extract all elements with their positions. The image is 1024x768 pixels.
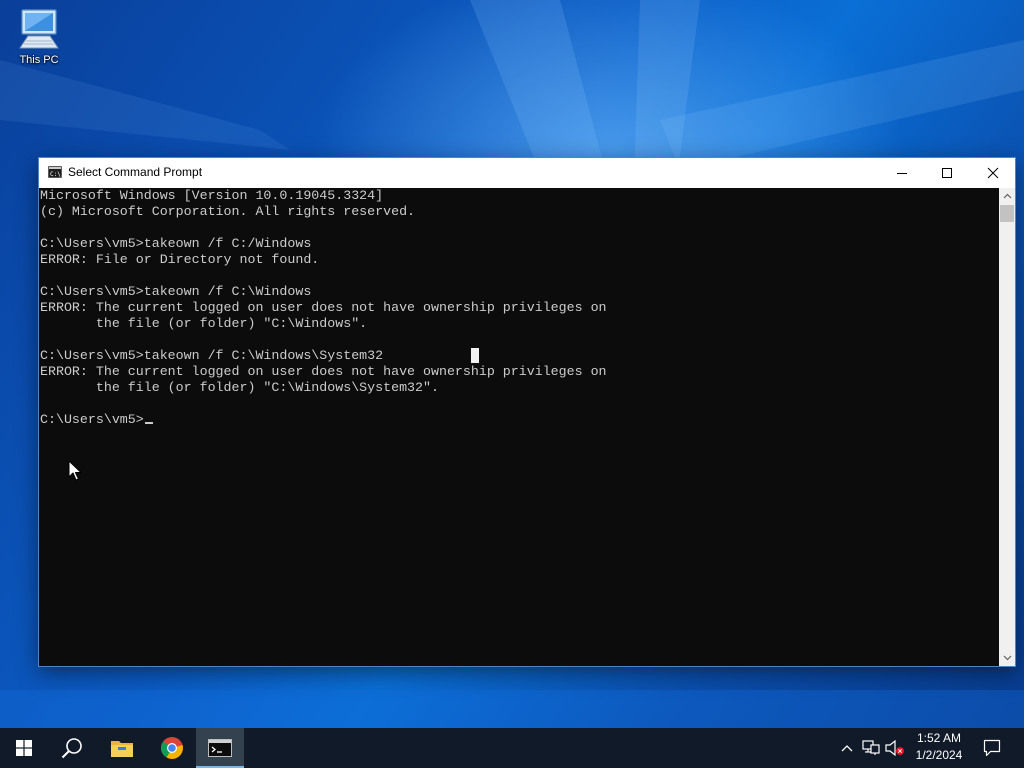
console-output[interactable]: Microsoft Windows [Version 10.0.19045.33…: [39, 188, 999, 666]
action-center-button[interactable]: [970, 728, 1014, 768]
network-icon: [862, 740, 880, 755]
taskbar-clock[interactable]: 1:52 AM 1/2/2024: [908, 730, 970, 766]
file-explorer-button[interactable]: [98, 728, 146, 768]
console-line: C:\Users\vm5>takeown /f C:\Windows: [40, 284, 312, 299]
start-button[interactable]: [0, 728, 48, 768]
windows-logo-icon: [16, 740, 32, 756]
svg-text:C:\: C:\: [50, 171, 61, 178]
chrome-icon: [160, 737, 183, 759]
search-button[interactable]: [48, 728, 96, 768]
text-cursor: [144, 422, 153, 424]
taskbar: 1:52 AM 1/2/2024: [0, 728, 1024, 768]
folder-icon: [111, 741, 133, 757]
scroll-thumb[interactable]: [1000, 205, 1014, 222]
chevron-up-icon: [1003, 193, 1011, 199]
console-text: Microsoft Windows [Version 10.0.19045.33…: [39, 188, 999, 428]
chevron-up-icon: [841, 745, 853, 752]
selection-caret: [471, 348, 479, 363]
minimize-icon: [897, 173, 907, 174]
maximize-button[interactable]: [924, 158, 970, 188]
desktop-icon-label: This PC: [19, 54, 59, 66]
console-line: (c) Microsoft Corporation. All rights re…: [40, 204, 416, 219]
window-titlebar[interactable]: C:\ Select Command Prompt: [39, 158, 1015, 188]
desktop-icon-this-pc[interactable]: This PC: [12, 8, 66, 76]
desktop: This PC C:\ Select Command Prompt Micros…: [0, 0, 1024, 768]
close-icon: [987, 167, 999, 179]
console-line: ERROR: File or Directory not found.: [40, 252, 320, 267]
close-button[interactable]: [970, 158, 1016, 188]
command-prompt-taskbar-button[interactable]: [196, 728, 244, 768]
console-line: Microsoft Windows [Version 10.0.19045.33…: [40, 188, 384, 203]
notification-icon: [983, 739, 1001, 757]
console-line: the file (or folder) "C:\Windows".: [40, 316, 368, 331]
mouse-pointer-icon: [68, 460, 82, 481]
window-title: Select Command Prompt: [68, 165, 203, 179]
console-line: C:\Users\vm5>takeown /f C:\Windows\Syste…: [40, 348, 384, 363]
clock-date: 1/2/2024: [915, 748, 963, 762]
scroll-up-button[interactable]: [999, 188, 1015, 204]
cmd-icon: C:\: [48, 166, 62, 178]
search-icon: [61, 738, 82, 759]
maximize-icon: [942, 168, 952, 178]
chevron-down-icon: [1003, 655, 1011, 661]
console-line: the file (or folder) "C:\Windows\System3…: [40, 380, 439, 395]
console-line: ERROR: The current logged on user does n…: [40, 300, 607, 315]
cmd-icon: [208, 739, 232, 757]
volume-muted-icon: [885, 740, 904, 756]
command-prompt-window[interactable]: C:\ Select Command Prompt Microsoft Wind…: [38, 157, 1016, 667]
clock-time: 1:52 AM: [916, 731, 962, 745]
console-line: C:\Users\vm5>takeown /f C:/Windows: [40, 236, 312, 251]
minimize-button[interactable]: [879, 158, 925, 188]
vertical-scrollbar[interactable]: [999, 188, 1015, 666]
console-line: ERROR: The current logged on user does n…: [40, 364, 607, 379]
volume-button[interactable]: [884, 728, 906, 768]
computer-icon: [19, 9, 59, 49]
show-hidden-icons-button[interactable]: [838, 728, 856, 768]
network-button[interactable]: [860, 728, 882, 768]
chrome-button[interactable]: [148, 728, 196, 768]
console-line: C:\Users\vm5>: [40, 412, 144, 427]
scroll-down-button[interactable]: [999, 650, 1015, 666]
